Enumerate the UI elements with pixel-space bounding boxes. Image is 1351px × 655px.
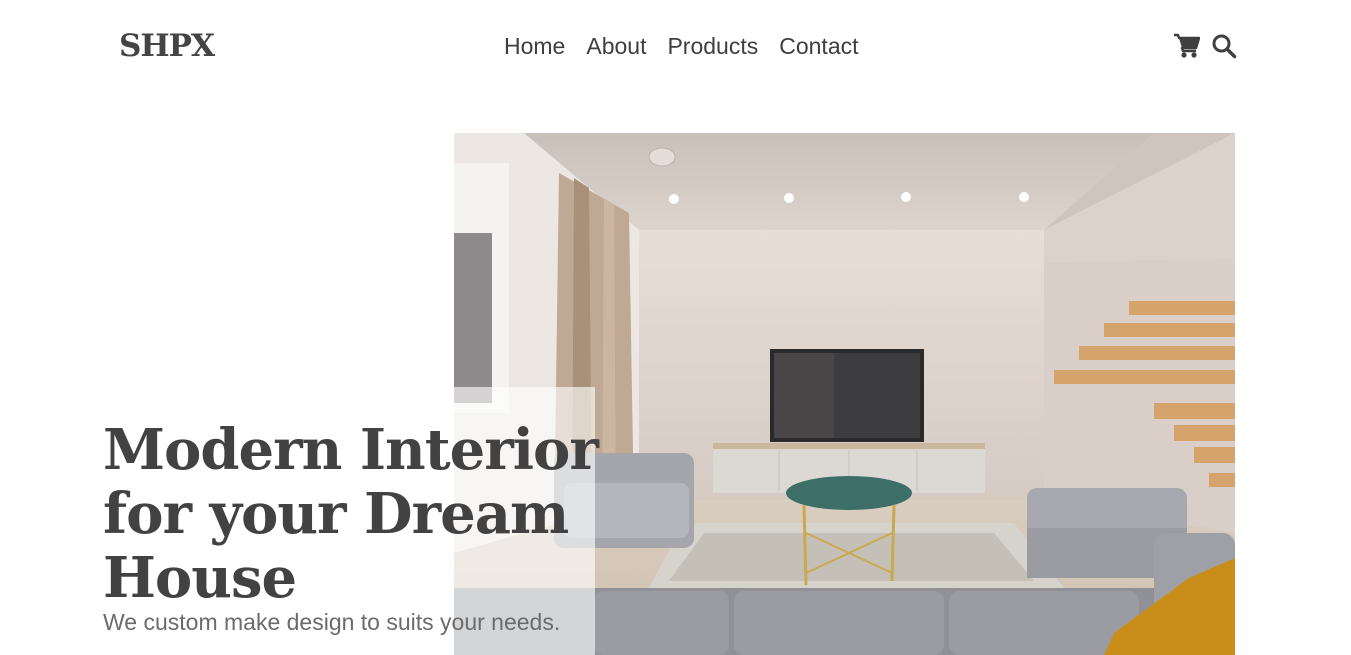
nav-icons (1173, 33, 1237, 59)
brand-logo[interactable]: SHPX (119, 28, 215, 64)
nav-link-about[interactable]: About (586, 33, 646, 60)
hero-subtitle: We custom make design to suits your need… (103, 609, 561, 635)
nav-links: Home About Products Contact (504, 33, 859, 60)
nav-link-home[interactable]: Home (504, 33, 565, 60)
search-icon[interactable] (1211, 33, 1237, 59)
nav-link-contact[interactable]: Contact (779, 33, 858, 60)
hero-title: Modern Interior for your Dream House (103, 417, 599, 611)
navbar: SHPX Home About Products Contact (0, 0, 1351, 92)
nav-link-products[interactable]: Products (667, 33, 758, 60)
cart-icon[interactable] (1173, 33, 1200, 59)
